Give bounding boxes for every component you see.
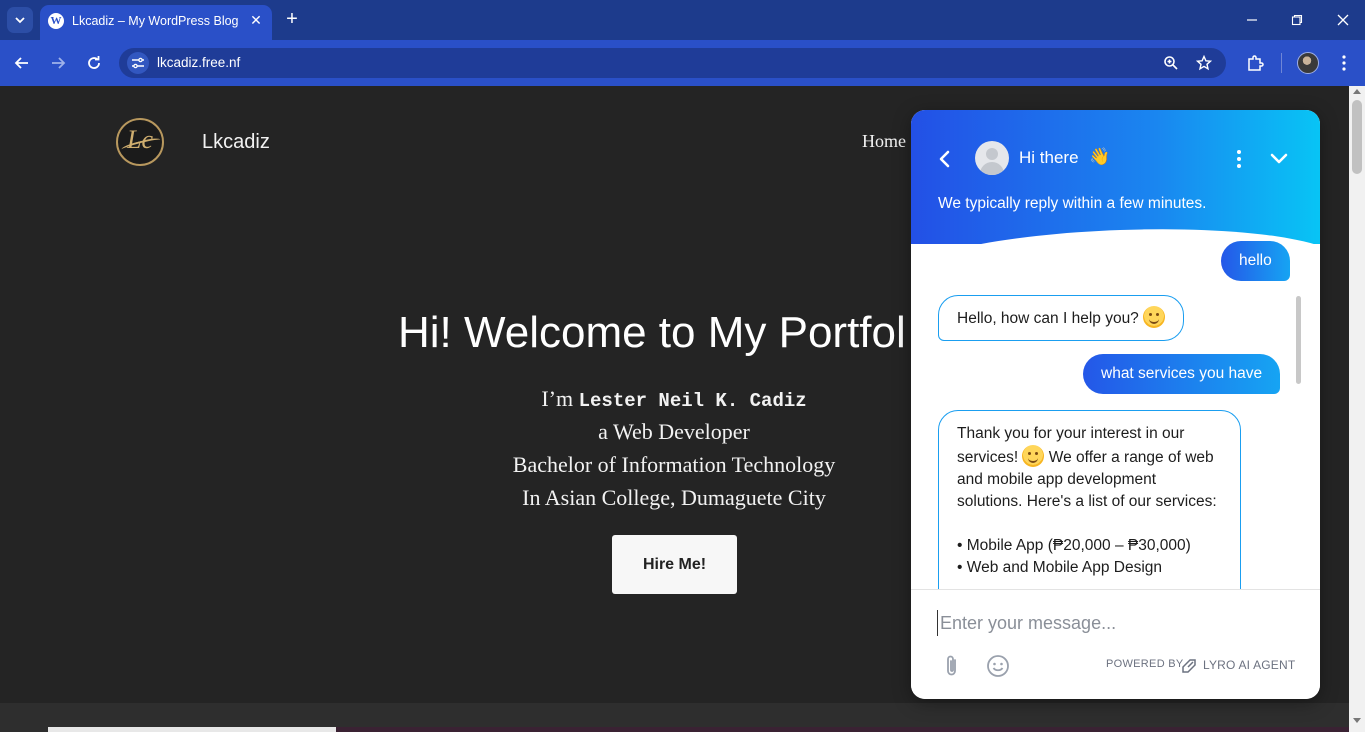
arrow-left-icon xyxy=(14,57,28,69)
url-text[interactable]: lkcadiz.free.nf xyxy=(157,55,240,70)
address-bar[interactable]: lkcadiz.free.nf xyxy=(119,48,1226,78)
page-scrollbar[interactable] xyxy=(1349,86,1365,732)
browser-tab-bar: W Lkcadiz – My WordPress Blog ✕ + xyxy=(0,0,1365,40)
close-icon xyxy=(1337,14,1349,26)
chat-header: Hi there 👋 We typically reply within a f… xyxy=(911,110,1320,278)
new-tab-button[interactable]: + xyxy=(281,9,303,31)
page-bottom-bar xyxy=(48,727,336,732)
degree-line: Bachelor of Information Technology xyxy=(512,452,836,477)
extensions-button[interactable] xyxy=(1243,51,1267,75)
paperclip-icon xyxy=(947,655,956,676)
service-item: • Web and Mobile App Design xyxy=(957,559,1163,576)
chat-options-button[interactable] xyxy=(1229,147,1249,171)
page-bottom-strip xyxy=(336,727,1349,732)
close-window-button[interactable] xyxy=(1331,8,1355,32)
reload-icon xyxy=(88,56,100,69)
active-tab[interactable]: W Lkcadiz – My WordPress Blog ✕ xyxy=(40,5,272,40)
user-message: what services you have xyxy=(1083,354,1281,394)
school-line: In Asian College, Dumaguete City xyxy=(522,485,826,510)
dot xyxy=(1237,157,1241,161)
scroll-down-arrow-icon[interactable] xyxy=(1353,718,1361,723)
arrow-right-icon xyxy=(52,57,66,69)
browser-menu-button[interactable] xyxy=(1332,51,1356,75)
agent-avatar xyxy=(975,141,1009,175)
role-line: a Web Developer xyxy=(598,419,750,444)
tune-icon xyxy=(132,57,144,69)
site-info-button[interactable] xyxy=(127,52,149,74)
nav-home-link[interactable]: Home xyxy=(862,131,906,152)
site-name[interactable]: Lkcadiz xyxy=(202,131,270,154)
zoom-icon[interactable] xyxy=(1161,53,1181,73)
intro-prefix: I’m xyxy=(541,386,574,411)
forward-button[interactable] xyxy=(46,51,70,75)
dot xyxy=(1237,164,1241,168)
powered-by-brand[interactable]: LYRO AI AGENT xyxy=(1203,658,1295,672)
chevron-left-icon xyxy=(939,150,950,168)
back-button[interactable] xyxy=(10,51,34,75)
reload-button[interactable] xyxy=(82,51,106,75)
bot-message: Thank you for your interest in our servi… xyxy=(938,410,1241,610)
powered-by-label: POWERED BY xyxy=(1106,658,1184,670)
intro-line: I’m Lester Neil K. Cadiz xyxy=(360,382,988,415)
scroll-thumb[interactable] xyxy=(1352,100,1362,174)
chat-message-input[interactable] xyxy=(937,610,1267,636)
attach-file-button[interactable] xyxy=(942,653,962,679)
restore-button[interactable] xyxy=(1285,8,1309,32)
minimize-icon xyxy=(1247,19,1257,21)
tab-title: Lkcadiz – My WordPress Blog xyxy=(72,14,239,28)
avatar-head xyxy=(986,148,998,160)
dot xyxy=(1237,150,1241,154)
chevron-down-icon xyxy=(1270,153,1288,164)
bot-message-text: Hello, how can I help you? xyxy=(957,310,1139,327)
lyro-logo-icon xyxy=(1181,657,1199,675)
profile-avatar[interactable] xyxy=(1297,52,1319,74)
bot-message: Hello, how can I help you? xyxy=(938,295,1185,341)
site-logo[interactable]: Lc xyxy=(116,118,164,166)
chat-title: Hi there xyxy=(1019,148,1079,167)
emoji-picker-button[interactable] xyxy=(986,654,1010,678)
wordpress-icon: W xyxy=(48,13,64,29)
intro-name: Lester Neil K. Cadiz xyxy=(578,390,807,412)
smiling-face-icon xyxy=(1022,445,1045,467)
chat-composer: POWERED BY LYRO AI AGENT xyxy=(911,589,1320,699)
restore-icon xyxy=(1291,14,1303,26)
tab-close-icon[interactable]: ✕ xyxy=(246,10,266,30)
browser-toolbar: lkcadiz.free.nf xyxy=(0,40,1365,86)
hero-title: Hi! Welcome to My Portfol xyxy=(398,308,906,357)
hire-me-button[interactable]: Hire Me! xyxy=(612,535,737,594)
puzzle-icon xyxy=(1248,55,1264,71)
user-message: hello xyxy=(1221,241,1290,281)
smiley-icon xyxy=(987,655,1009,677)
bookmark-star-icon[interactable] xyxy=(1194,53,1214,73)
chat-subtitle: We typically reply within a few minutes. xyxy=(938,195,1207,212)
minimize-button[interactable] xyxy=(1240,8,1264,32)
service-item: • Mobile App (₱20,000 – ₱30,000) xyxy=(957,537,1191,554)
kebab-menu-icon xyxy=(1342,55,1346,71)
chat-minimize-button[interactable] xyxy=(1268,147,1290,169)
hero-intro: I’m Lester Neil K. Cadiz a Web Developer… xyxy=(360,382,988,514)
chat-back-button[interactable] xyxy=(935,147,955,171)
chat-widget: Hi there 👋 We typically reply within a f… xyxy=(911,110,1320,699)
waving-hand-icon: 👋 xyxy=(1089,147,1111,166)
tab-search-button[interactable] xyxy=(7,7,33,33)
chevron-down-icon xyxy=(15,17,25,24)
toolbar-separator xyxy=(1281,53,1282,73)
smiling-face-icon xyxy=(1143,306,1166,328)
scroll-up-arrow-icon[interactable] xyxy=(1353,89,1361,94)
avatar-body xyxy=(980,162,1004,175)
chat-scrollbar[interactable] xyxy=(1296,296,1301,384)
